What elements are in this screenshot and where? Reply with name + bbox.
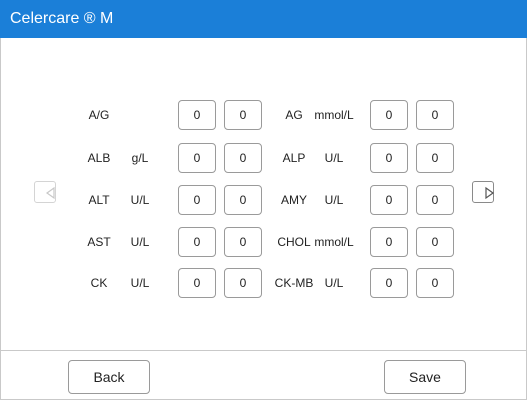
test-name-label: CK	[90, 276, 108, 290]
range-low-input[interactable]	[370, 185, 408, 215]
test-unit-label: mmol/L	[314, 108, 354, 122]
range-low-input[interactable]	[178, 268, 216, 298]
range-low-input[interactable]	[370, 143, 408, 173]
footer-bar: Back Save	[0, 350, 527, 400]
range-high-input[interactable]	[416, 227, 454, 257]
test-unit-label: U/L	[130, 193, 150, 207]
test-row: CK U/L CK-MB U/L	[0, 266, 527, 300]
test-name-label: ALT	[88, 193, 110, 207]
range-high-input[interactable]	[224, 268, 262, 298]
test-row: AST U/L CHOLmmol/L	[0, 225, 527, 259]
range-low-input[interactable]	[178, 185, 216, 215]
range-high-input[interactable]	[416, 268, 454, 298]
range-low-input[interactable]	[370, 100, 408, 130]
triangle-right-icon	[485, 186, 495, 200]
range-high-input[interactable]	[224, 185, 262, 215]
range-high-input[interactable]	[416, 100, 454, 130]
save-button[interactable]: Save	[384, 360, 466, 394]
test-name-label: A/G	[88, 108, 110, 122]
test-name-label: AST	[87, 235, 111, 249]
test-unit-label: U/L	[130, 235, 150, 249]
back-button[interactable]: Back	[68, 360, 150, 394]
range-low-input[interactable]	[178, 143, 216, 173]
title-bar: Celercare ® M	[0, 0, 527, 38]
test-name-label: AG	[285, 108, 303, 122]
range-high-input[interactable]	[416, 143, 454, 173]
range-low-input[interactable]	[370, 227, 408, 257]
range-high-input[interactable]	[224, 100, 262, 130]
test-unit-label: mmol/L	[314, 235, 354, 249]
range-high-input[interactable]	[224, 143, 262, 173]
test-unit-label: U/L	[324, 193, 344, 207]
triangle-left-icon	[45, 186, 55, 200]
range-high-input[interactable]	[224, 227, 262, 257]
test-name-label: CHOL	[277, 235, 311, 249]
test-unit-label: U/L	[130, 276, 150, 290]
test-row: ALB g/L ALP U/L	[0, 141, 527, 175]
reference-range-panel: A/G AG mmol/L ALB g/L ALP U/L ALT U/L AMY U/L AST U/…	[0, 38, 527, 350]
previous-page-button[interactable]	[34, 181, 56, 203]
test-name-label: ALB	[87, 151, 111, 165]
range-high-input[interactable]	[416, 185, 454, 215]
next-page-button[interactable]	[472, 181, 495, 203]
test-row: ALT U/L AMY U/L	[0, 183, 527, 217]
test-unit-label: U/L	[324, 151, 344, 165]
test-name-label: ALP	[282, 151, 306, 165]
app-title: Celercare ® M	[10, 10, 114, 27]
range-low-input[interactable]	[178, 227, 216, 257]
range-low-input[interactable]	[178, 100, 216, 130]
test-name-label: AMY	[280, 193, 308, 207]
test-unit-label: g/L	[131, 151, 149, 165]
test-unit-label: U/L	[324, 276, 344, 290]
test-name-label: CK-MB	[274, 276, 314, 290]
range-low-input[interactable]	[370, 268, 408, 298]
test-row: A/G AG mmol/L	[0, 98, 527, 132]
